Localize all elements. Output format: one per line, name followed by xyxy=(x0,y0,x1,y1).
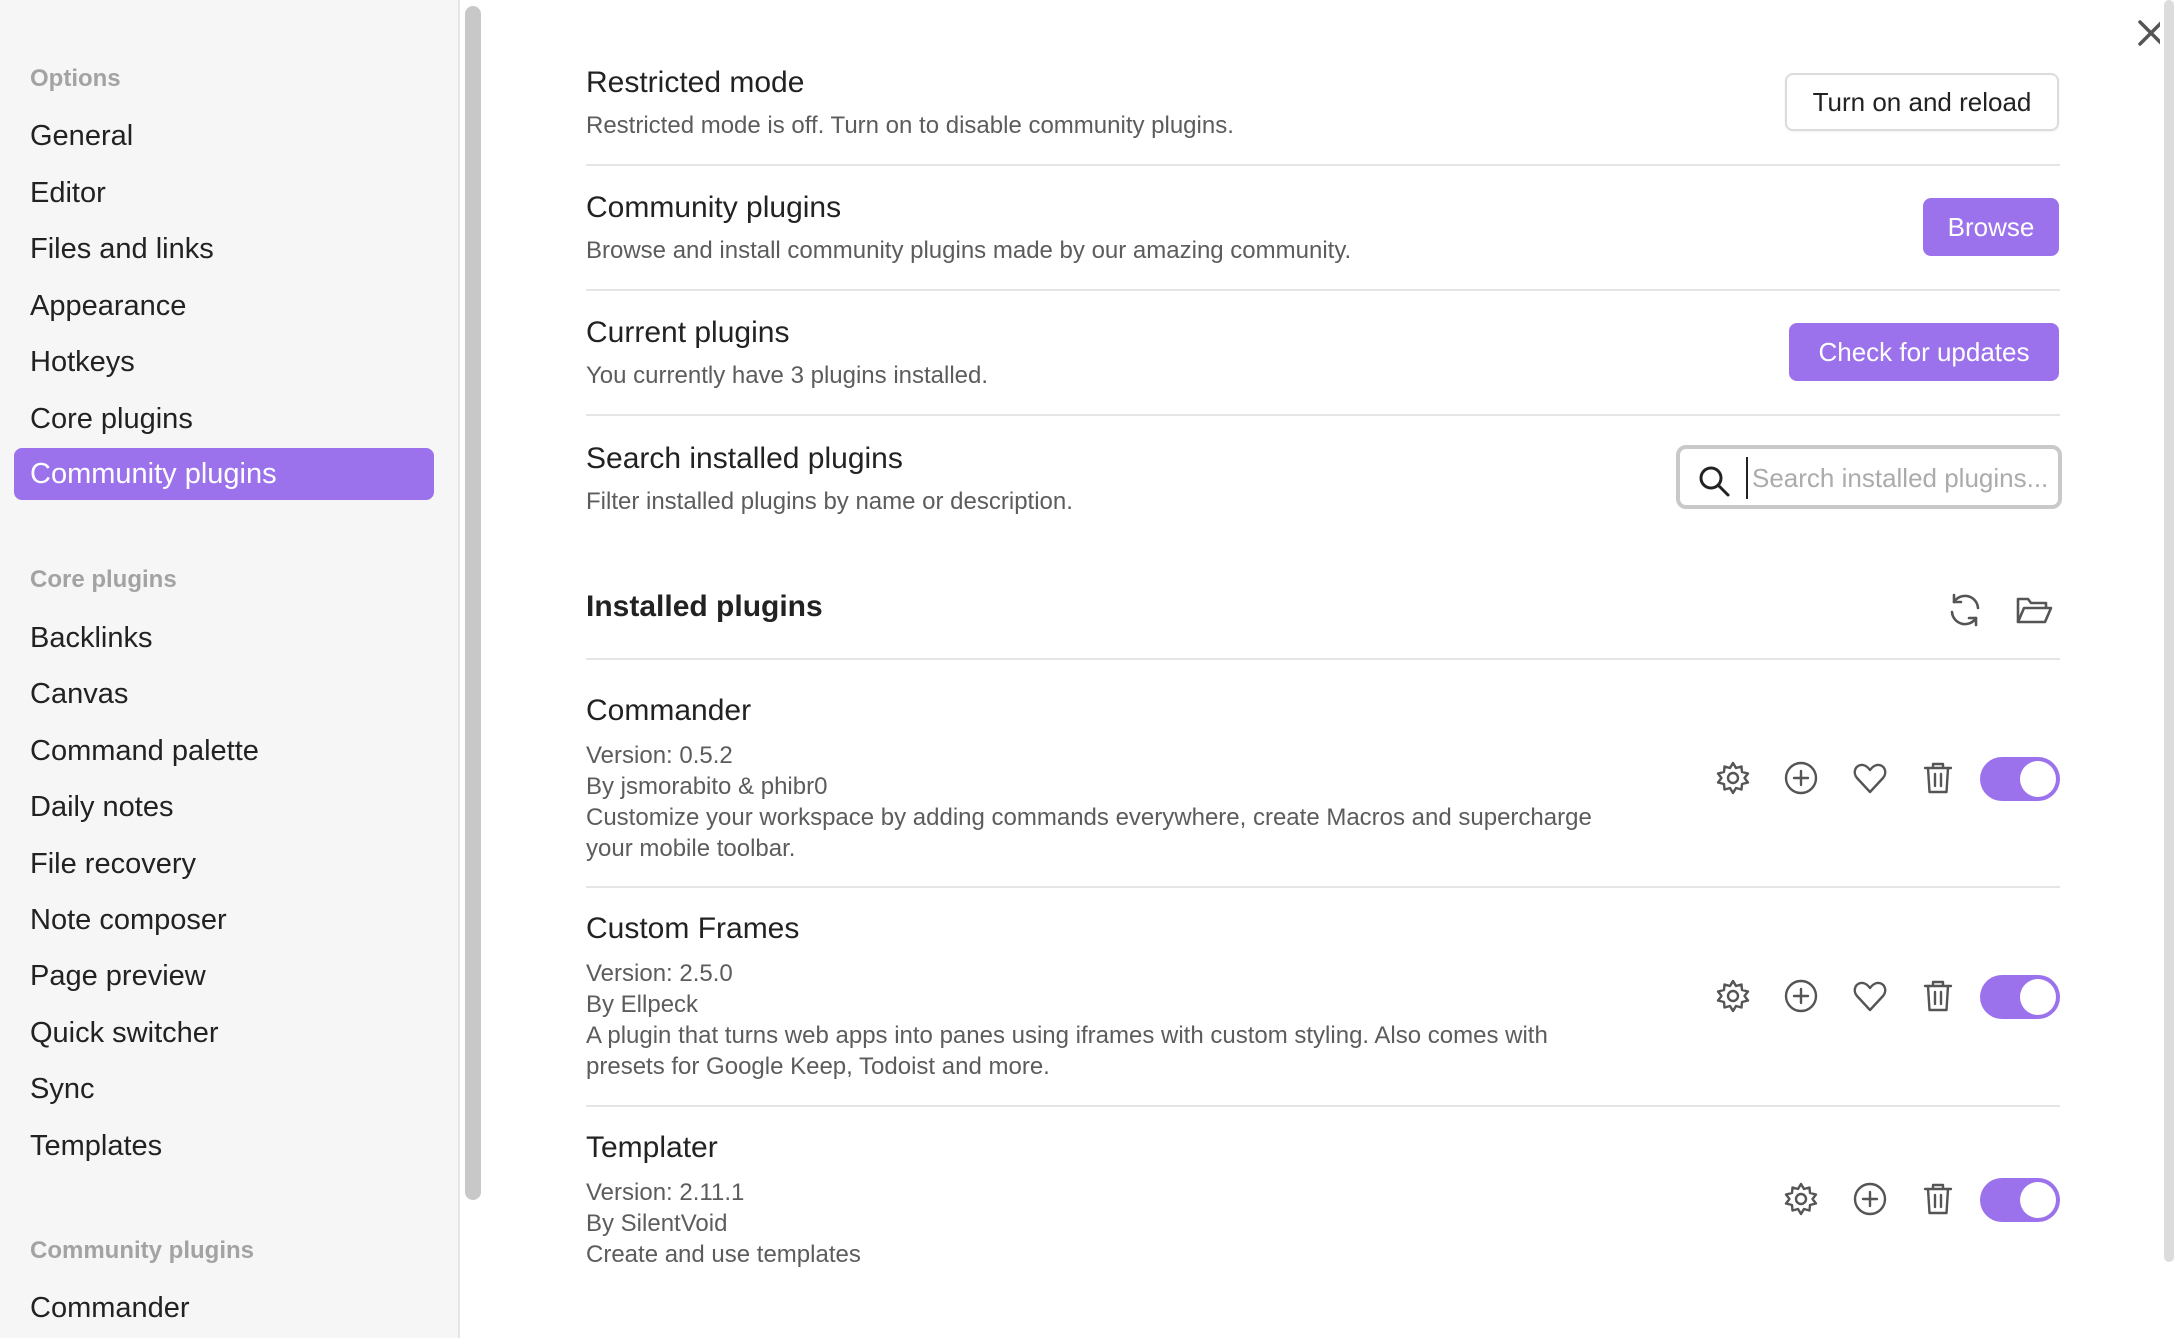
sidebar-item-backlinks[interactable]: Backlinks xyxy=(14,612,434,664)
main-scrollbar-thumb[interactable] xyxy=(2164,0,2174,1262)
plugin-version: Version: 2.11.1 xyxy=(586,1179,745,1206)
divider xyxy=(586,658,2060,660)
plugin-version: Version: 0.5.2 xyxy=(586,742,733,769)
sidebar-item-page-preview[interactable]: Page preview xyxy=(14,950,434,1002)
search-installed-plugins-title: Search installed plugins xyxy=(586,442,903,475)
current-plugins-title: Current plugins xyxy=(586,316,790,349)
sidebar-item-core-plugins[interactable]: Core plugins xyxy=(14,393,434,445)
sidebar-item-daily-notes[interactable]: Daily notes xyxy=(14,781,434,833)
community-plugins-description: Browse and install community plugins mad… xyxy=(586,237,1352,264)
plugin-author: By Ellpeck xyxy=(586,991,699,1018)
divider xyxy=(586,886,2060,888)
reload-plugins-icon[interactable] xyxy=(1945,590,1985,630)
sidebar-item-appearance[interactable]: Appearance xyxy=(14,280,434,332)
sidebar-item-note-composer[interactable]: Note composer xyxy=(14,894,434,946)
plugin-description-continued: presets for Google Keep, Todoist and mor… xyxy=(586,1053,1050,1080)
plugin-enabled-toggle[interactable] xyxy=(1980,975,2060,1019)
search-icon xyxy=(1699,466,1730,497)
sidebar-item-editor[interactable]: Editor xyxy=(14,167,434,219)
sidebar-item-general[interactable]: General xyxy=(14,110,434,162)
divider xyxy=(586,289,2060,291)
divider xyxy=(586,414,2060,416)
sidebar-item-hotkeys[interactable]: Hotkeys xyxy=(14,336,434,388)
trash-icon[interactable] xyxy=(1918,976,1958,1016)
sidebar-item-commander[interactable]: Commander xyxy=(14,1282,434,1334)
sidebar-item-sync[interactable]: Sync xyxy=(14,1063,434,1115)
check-for-updates-button[interactable]: Check for updates xyxy=(1789,323,2059,381)
trash-icon[interactable] xyxy=(1918,758,1958,798)
heart-icon[interactable] xyxy=(1850,758,1890,798)
search-input[interactable] xyxy=(1746,457,2054,499)
plugin-description: A plugin that turns web apps into panes … xyxy=(586,1022,1548,1049)
sidebar-heading-community-plugins: Community plugins xyxy=(30,1237,254,1264)
toggle-knob xyxy=(2020,979,2056,1015)
open-plugins-folder-icon[interactable] xyxy=(2014,590,2054,630)
plugin-version: Version: 2.5.0 xyxy=(586,960,733,987)
search-installed-plugins-description: Filter installed plugins by name or desc… xyxy=(586,488,1073,515)
plugin-name: Templater xyxy=(586,1131,718,1164)
plugin-enabled-toggle[interactable] xyxy=(1980,1178,2060,1222)
plugin-enabled-toggle[interactable] xyxy=(1980,757,2060,801)
add-hotkey-icon[interactable] xyxy=(1781,976,1821,1016)
installed-plugins-title: Installed plugins xyxy=(586,590,823,623)
sidebar-item-templates[interactable]: Templates xyxy=(14,1120,434,1172)
restricted-mode-title: Restricted mode xyxy=(586,66,805,99)
sidebar-scrollbar[interactable] xyxy=(465,6,481,1200)
toggle-knob xyxy=(2020,1182,2056,1218)
community-plugins-title: Community plugins xyxy=(586,191,842,224)
sidebar-item-command-palette[interactable]: Command palette xyxy=(14,725,434,777)
plugin-name: Custom Frames xyxy=(586,912,800,945)
plugin-description: Create and use templates xyxy=(586,1241,861,1268)
sidebar-item-quick-switcher[interactable]: Quick switcher xyxy=(14,1007,434,1059)
plugin-name: Commander xyxy=(586,694,752,727)
add-hotkey-icon[interactable] xyxy=(1850,1179,1890,1219)
trash-icon[interactable] xyxy=(1918,1179,1958,1219)
toggle-knob xyxy=(2020,761,2056,797)
current-plugins-description: You currently have 3 plugins installed. xyxy=(586,362,989,389)
sidebar-item-canvas[interactable]: Canvas xyxy=(14,668,434,720)
search-field[interactable] xyxy=(1676,445,2062,509)
main-scrollbar[interactable] xyxy=(2160,0,2178,1262)
restricted-mode-description: Restricted mode is off. Turn on to disab… xyxy=(586,112,1234,139)
plugin-description: Customize your workspace by adding comma… xyxy=(586,804,1592,831)
divider xyxy=(586,164,2060,166)
plugin-author: By SilentVoid xyxy=(586,1210,728,1237)
sidebar-heading-options: Options xyxy=(30,65,121,92)
gear-icon[interactable] xyxy=(1713,976,1753,1016)
gear-icon[interactable] xyxy=(1781,1179,1821,1219)
sidebar-item-file-recovery[interactable]: File recovery xyxy=(14,838,434,890)
add-hotkey-icon[interactable] xyxy=(1781,758,1821,798)
divider xyxy=(586,1105,2060,1107)
sidebar-item-files-and-links[interactable]: Files and links xyxy=(14,223,434,275)
browse-button[interactable]: Browse xyxy=(1923,198,2059,256)
gear-icon[interactable] xyxy=(1713,758,1753,798)
settings-sidebar: Options General Editor Files and links A… xyxy=(0,0,460,1338)
turn-on-and-reload-button[interactable]: Turn on and reload xyxy=(1785,73,2059,131)
sidebar-item-community-plugins[interactable]: Community plugins xyxy=(14,448,434,500)
sidebar-heading-core-plugins: Core plugins xyxy=(30,566,177,593)
heart-icon[interactable] xyxy=(1850,976,1890,1016)
plugin-description-continued: your mobile toolbar. xyxy=(586,835,796,862)
plugin-author: By jsmorabito & phibr0 xyxy=(586,773,828,800)
